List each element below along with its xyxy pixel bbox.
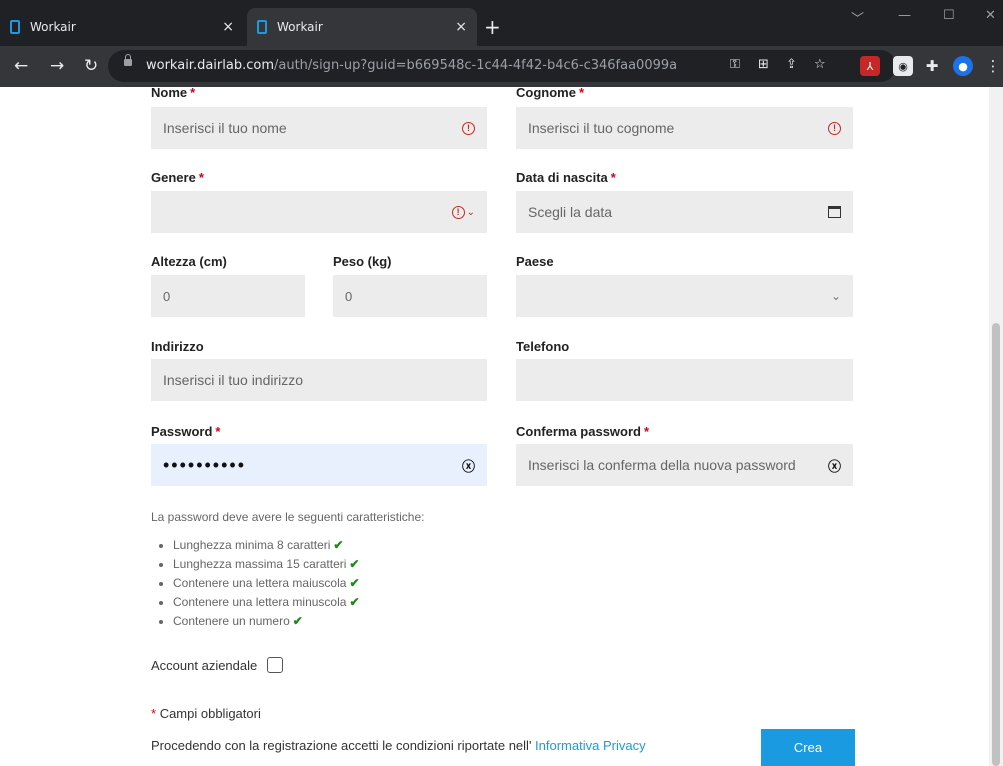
paese-label: Paese [516, 254, 554, 269]
menu-icon[interactable]: ⋮ [983, 56, 1003, 76]
nome-field[interactable]: Inserisci il tuo nome ! [151, 107, 487, 149]
requirement-item: Lunghezza minima 8 caratteri✔ [173, 536, 425, 555]
requirement-item: Contenere una lettera minuscola✔ [173, 593, 425, 612]
error-icon: ! [451, 205, 465, 219]
workair-favicon-icon [10, 20, 20, 34]
create-button[interactable]: Crea [761, 729, 855, 766]
browser-toolbar: ← → ↻ workair.dairlab.com/auth/sign-up?g… [0, 46, 1003, 87]
conferma-password-placeholder: Inserisci la conferma della nuova passwo… [528, 457, 796, 473]
requirement-item: Lunghezza massima 15 caratteri✔ [173, 555, 425, 574]
privacy-link[interactable]: Informativa Privacy [535, 738, 646, 753]
altezza-input[interactable]: 0 [151, 275, 305, 317]
required-fields-note: * Campi obbligatori [151, 706, 261, 721]
data-nascita-placeholder: Scegli la data [528, 204, 613, 220]
indirizzo-field[interactable]: Inserisci il tuo indirizzo [151, 359, 487, 401]
browser-tab-2[interactable]: Workair × [247, 8, 477, 46]
pdf-extension-icon[interactable]: ⅄ [860, 56, 880, 76]
password-value: •••••••••• [163, 454, 247, 475]
check-icon: ✔ [333, 538, 344, 552]
tab-search-icon[interactable]: ﹀ [851, 8, 864, 27]
data-nascita-label: Data di nascita * [516, 170, 616, 185]
indirizzo-placeholder: Inserisci il tuo indirizzo [163, 372, 304, 388]
peso-input[interactable]: 0 [333, 275, 487, 317]
check-icon: ✔ [349, 576, 360, 590]
check-icon: ✔ [349, 557, 360, 571]
requirements-intro: La password deve avere le seguenti carat… [151, 510, 425, 524]
account-aziendale-row: Account aziendale [151, 657, 284, 673]
chevron-down-icon: ⌄ [830, 289, 841, 303]
close-tab-icon[interactable]: × [222, 19, 234, 35]
data-nascita-field[interactable]: Scegli la data [516, 191, 853, 233]
privacy-consent-text: Procedendo con la registrazione accetti … [151, 738, 646, 753]
maximize-icon[interactable]: ☐ [943, 8, 955, 23]
calendar-icon[interactable] [828, 206, 841, 218]
nome-label: Nome * [151, 85, 196, 100]
minimize-icon[interactable]: — [898, 8, 911, 23]
account-aziendale-label: Account aziendale [151, 657, 258, 673]
puzzle-icon[interactable]: ✚ [922, 56, 942, 76]
browser-tab-bar: Workair × Workair × + ﹀ — ☐ ✕ [0, 0, 1003, 46]
altezza-value: 0 [163, 288, 171, 304]
altezza-label: Altezza (cm) [151, 254, 227, 269]
telefono-label: Telefono [516, 339, 570, 354]
bookmark-star-icon[interactable]: ☆ [814, 57, 826, 72]
peso-label: Peso (kg) [333, 254, 392, 269]
eye-slash-icon[interactable]: ⓧ [462, 456, 475, 475]
chevron-down-icon: ⌄ [466, 206, 475, 218]
url-text: workair.dairlab.com/auth/sign-up?guid=b6… [146, 58, 678, 73]
error-icon: ! [462, 121, 475, 135]
password-label: Password * [151, 424, 221, 439]
avatar[interactable]: ● [953, 56, 973, 76]
nome-placeholder: Inserisci il tuo nome [163, 120, 287, 136]
scrollbar[interactable] [989, 87, 1003, 766]
check-icon: ✔ [349, 595, 360, 609]
share-icon[interactable]: ⇪ [786, 57, 797, 72]
password-field[interactable]: •••••••••• ⓧ [151, 444, 487, 486]
translate-icon[interactable]: ⊞ [758, 57, 769, 72]
close-window-icon[interactable]: ✕ [985, 8, 996, 23]
lock-icon [124, 54, 132, 66]
genere-select[interactable]: ! ⌄ [151, 191, 487, 233]
reload-icon[interactable]: ↻ [84, 56, 98, 76]
new-tab-button[interactable]: + [484, 17, 501, 37]
password-requirements: La password deve avere le seguenti carat… [151, 510, 425, 631]
peso-value: 0 [345, 288, 353, 304]
tab-title: Workair [277, 20, 323, 34]
browser-tab-1[interactable]: Workair × [0, 8, 244, 46]
forward-icon[interactable]: → [50, 56, 64, 76]
indirizzo-label: Indirizzo [151, 339, 204, 354]
eye-slash-icon[interactable]: ⓧ [828, 456, 841, 475]
scrollbar-thumb[interactable] [992, 323, 1000, 766]
telefono-field[interactable] [516, 359, 853, 401]
paese-select[interactable]: ⌄ [516, 275, 853, 317]
genere-label: Genere * [151, 170, 204, 185]
tab-title: Workair [30, 20, 76, 34]
address-bar[interactable]: workair.dairlab.com/auth/sign-up?guid=b6… [108, 50, 896, 82]
conferma-password-label: Conferma password * [516, 424, 650, 439]
account-aziendale-checkbox[interactable] [267, 657, 284, 673]
check-icon: ✔ [292, 614, 303, 628]
key-icon[interactable]: ⚿ [730, 57, 740, 72]
error-icon: ! [828, 121, 841, 135]
cognome-placeholder: Inserisci il tuo cognome [528, 120, 675, 136]
cognome-label: Cognome * [516, 85, 585, 100]
conferma-password-field[interactable]: Inserisci la conferma della nuova passwo… [516, 444, 853, 486]
close-tab-icon[interactable]: × [455, 19, 467, 35]
extension-icon[interactable]: ◉ [893, 56, 913, 76]
cognome-field[interactable]: Inserisci il tuo cognome ! [516, 107, 853, 149]
workair-favicon-icon [257, 20, 267, 34]
requirement-item: Contenere una lettera maiuscola✔ [173, 574, 425, 593]
back-icon[interactable]: ← [14, 56, 28, 76]
requirement-item: Contenere un numero✔ [173, 612, 425, 631]
